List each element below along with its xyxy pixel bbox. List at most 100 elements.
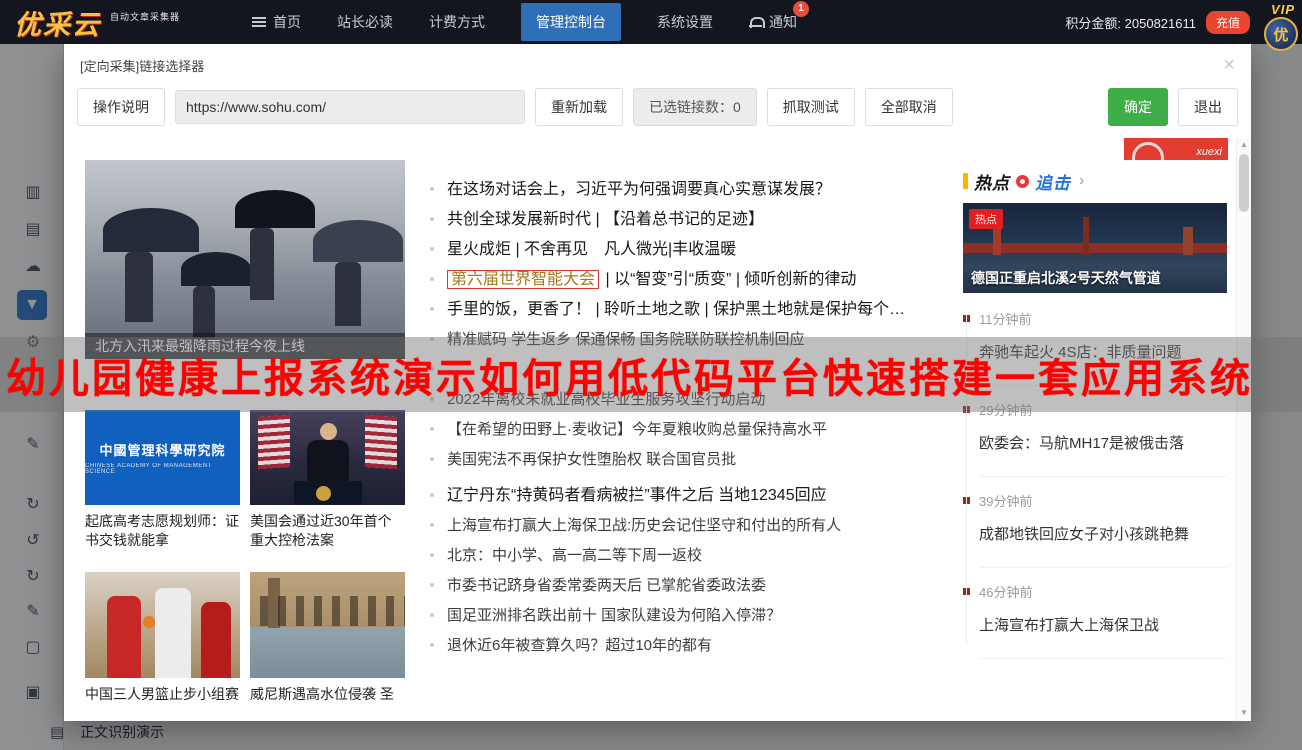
headline-link[interactable]: 辽宁丹东“持黄码者看病被拦”事件之后 当地12345回应 <box>430 487 1005 505</box>
top-navbar: 优采云 自动文章采集器 首页 站长必读 计费方式 管理控制台 系统设置 通知 1… <box>0 0 1302 44</box>
nav-label: 计费方式 <box>429 12 485 32</box>
link-selector-dialog: [定向采集]链接选择器 × 操作说明 重新加载 已选链接数：0 抓取测试 全部取… <box>64 44 1251 721</box>
thumbnail-text: 中國管理科學研究院 <box>99 440 225 459</box>
chevron-right-icon: › <box>1079 172 1084 190</box>
headline-link[interactable]: 精准赋码 学生返乡 保通保畅 国务院联防联控机制回应 <box>430 331 1005 349</box>
crane-shape <box>1083 217 1089 255</box>
crane-shape <box>1183 227 1193 255</box>
headline-link[interactable]: 国足亚洲排名跌出前十 国家队建设为何陷入停滞？ <box>430 607 1005 625</box>
nav-label: 站长必读 <box>337 12 393 32</box>
card-caption: 起底高考志愿规划师：证书交钱就能拿 <box>85 512 240 550</box>
time-text: 46分钟前 <box>979 582 1032 601</box>
capture-test-button[interactable]: 抓取测试 <box>767 88 855 126</box>
seal-shape <box>316 486 331 501</box>
scroll-up-icon[interactable]: ▲ <box>1237 140 1251 149</box>
headline-text: 上海宣布打赢大上海保卫战:历史会记住坚守和付出的所有人 <box>447 517 841 534</box>
person-shape <box>307 440 349 486</box>
timeline-time: 11分钟前 <box>963 309 1227 328</box>
timeline-headline[interactable]: 上海宣布打赢大上海保卫战 <box>979 614 1227 659</box>
headline-link[interactable] <box>430 361 1005 379</box>
headline-link[interactable]: 在这场对话会上，习近平为何强调要真心实意谋发展？ <box>430 181 1005 199</box>
card-caption: 美国会通过近30年首个重大控枪法案 <box>250 512 405 550</box>
person-shape <box>320 423 337 440</box>
news-thumbnail <box>85 572 240 678</box>
headline-link[interactable]: 市委书记跻身省委常委两天后 已掌舵省委政法委 <box>430 577 1005 595</box>
headline-link[interactable]: 星火成炬 | 不舍再见 凡人微光|丰收温暖 <box>430 241 1005 259</box>
headline-link[interactable]: 2022年离校未就业高校毕业生服务攻坚行动启动 <box>430 391 1005 409</box>
exit-button[interactable]: 退出 <box>1178 88 1238 126</box>
recharge-button[interactable]: 充值 <box>1206 11 1250 34</box>
timeline-item: 39分钟前 成都地铁回应女子对小孩跳艳舞 <box>963 491 1227 568</box>
timeline-marker-icon <box>963 406 970 413</box>
umbrella-shape <box>181 252 251 286</box>
promo-banner[interactable]: xuexi <box>1124 138 1228 160</box>
scrollbar-thumb[interactable] <box>1239 154 1249 212</box>
nav-label: 管理控制台 <box>536 12 606 32</box>
hot-section-header[interactable]: 热点 追击 › <box>963 171 1227 191</box>
vertical-scrollbar[interactable]: ▲ ▼ <box>1236 138 1251 721</box>
player-shape <box>107 596 141 678</box>
featured-hot-story[interactable]: 热点 德国正重启北溪2号天然气管道 <box>963 203 1227 293</box>
hot-title-2: 追击 <box>1035 169 1071 194</box>
card-caption: 中国三人男篮止步小组赛 <box>85 685 240 704</box>
nav-home[interactable]: 首页 <box>252 12 301 32</box>
nav-billing[interactable]: 计费方式 <box>429 12 485 32</box>
nav-webmaster-reading[interactable]: 站长必读 <box>337 12 393 32</box>
headline-link[interactable]: 第六届世界智能大会 | 以“智变”引“质变” | 倾听创新的律动 <box>430 271 1005 289</box>
main-photo-caption: 北方入汛来最强降雨过程今夜上线 <box>85 333 405 359</box>
news-card[interactable]: 威尼斯遇高水位侵袭 圣 <box>250 572 405 704</box>
close-icon[interactable]: × <box>1223 57 1235 73</box>
card-caption: 威尼斯遇高水位侵袭 圣 <box>250 685 405 704</box>
player-shape <box>201 602 231 678</box>
cancel-all-button[interactable]: 全部取消 <box>865 88 953 126</box>
dialog-header: [定向采集]链接选择器 × <box>64 44 1251 80</box>
credits-amount: 积分金额: 2050821611 <box>1065 13 1196 32</box>
timeline-headline[interactable]: 欧委会：马航MH17是被俄击落 <box>979 432 1227 477</box>
umbrella-shape <box>313 220 403 262</box>
time-text: 29分钟前 <box>979 400 1032 419</box>
headline-link[interactable]: 手里的饭，更香了！ | 聆听土地之歌 | 保护黑土地就是保护每个… <box>430 301 1005 319</box>
nav-system-settings[interactable]: 系统设置 <box>657 12 713 32</box>
headline-link[interactable]: 退休近6年被查算久吗？超过10年的都有 <box>430 637 1005 655</box>
news-card-grid: 中國管理科學研究院 CHINESE ACADEMY OF MANAGEMENT … <box>85 410 407 704</box>
vip-badge[interactable]: VIP <box>1271 2 1295 17</box>
app-logo[interactable]: 优采云 自动文章采集器 <box>0 3 252 42</box>
headline-link[interactable]: 上海宣布打赢大上海保卫战:历史会记住坚守和付出的所有人 <box>430 517 1005 535</box>
timeline-item: 29分钟前 欧委会：马航MH17是被俄击落 <box>963 400 1227 477</box>
selected-links-counter: 已选链接数：0 <box>633 88 757 126</box>
nav-label: 系统设置 <box>657 12 713 32</box>
headline-text: | 以“智变”引“质变” | 倾听创新的律动 <box>601 271 856 288</box>
headline-link[interactable]: 共创全球发展新时代 | 【沿着总书记的足迹】 <box>430 211 1005 229</box>
timeline-item: 46分钟前 上海宣布打赢大上海保卫战 <box>963 582 1227 659</box>
reload-button[interactable]: 重新加载 <box>535 88 623 126</box>
basketball-shape <box>143 616 155 628</box>
logo-text: 优采云 <box>14 3 101 42</box>
headline-link[interactable]: 【在希望的田野上·麦收记】今年夏粮收购总量保持高水平 <box>430 421 1005 439</box>
floating-logo-badge[interactable]: 优 <box>1264 17 1298 51</box>
headline-link[interactable]: 美国宪法不再保护女性堕胎权 联合国官员批 <box>430 451 1005 469</box>
url-input[interactable] <box>175 90 525 124</box>
news-card[interactable]: 美国会通过近30年首个重大控枪法案 <box>250 410 405 550</box>
confirm-button[interactable]: 确定 <box>1108 88 1168 126</box>
news-card[interactable]: 中國管理科學研究院 CHINESE ACADEMY OF MANAGEMENT … <box>85 410 240 550</box>
timeline-headline[interactable]: 奔驰车起火 4S店：非质量问题 <box>979 341 1227 386</box>
headline-text: 共创全球发展新时代 | 【沿着总书记的足迹】 <box>447 211 764 228</box>
accent-bar <box>963 173 968 189</box>
person-shape <box>335 262 361 326</box>
timeline-time: 39分钟前 <box>963 491 1227 510</box>
headline-text: 精准赋码 学生返乡 保通保畅 国务院联防联控机制回应 <box>447 331 805 348</box>
flag-shape <box>365 415 397 469</box>
timeline-headline[interactable]: 成都地铁回应女子对小孩跳艳舞 <box>979 523 1227 568</box>
promo-text: xuexi <box>1196 146 1222 158</box>
hot-logo-icon <box>1016 175 1029 188</box>
main-photo[interactable]: 北方入汛来最强降雨过程今夜上线 <box>85 160 405 359</box>
scroll-down-icon[interactable]: ▼ <box>1237 708 1251 717</box>
headline-link[interactable]: 北京：中小学、高一高二等下周一返校 <box>430 547 1005 565</box>
help-button[interactable]: 操作说明 <box>77 88 165 126</box>
news-card[interactable]: 中国三人男篮止步小组赛 <box>85 572 240 704</box>
selected-link-highlight[interactable]: 第六届世界智能大会 <box>447 270 599 289</box>
nav-notifications[interactable]: 通知 1 <box>749 12 797 32</box>
headline-text: 国足亚洲排名跌出前十 国家队建设为何陷入停滞？ <box>447 607 781 624</box>
nav-admin-console[interactable]: 管理控制台 <box>521 3 621 41</box>
headline-text: 辽宁丹东“持黄码者看病被拦”事件之后 当地12345回应 <box>447 487 827 504</box>
